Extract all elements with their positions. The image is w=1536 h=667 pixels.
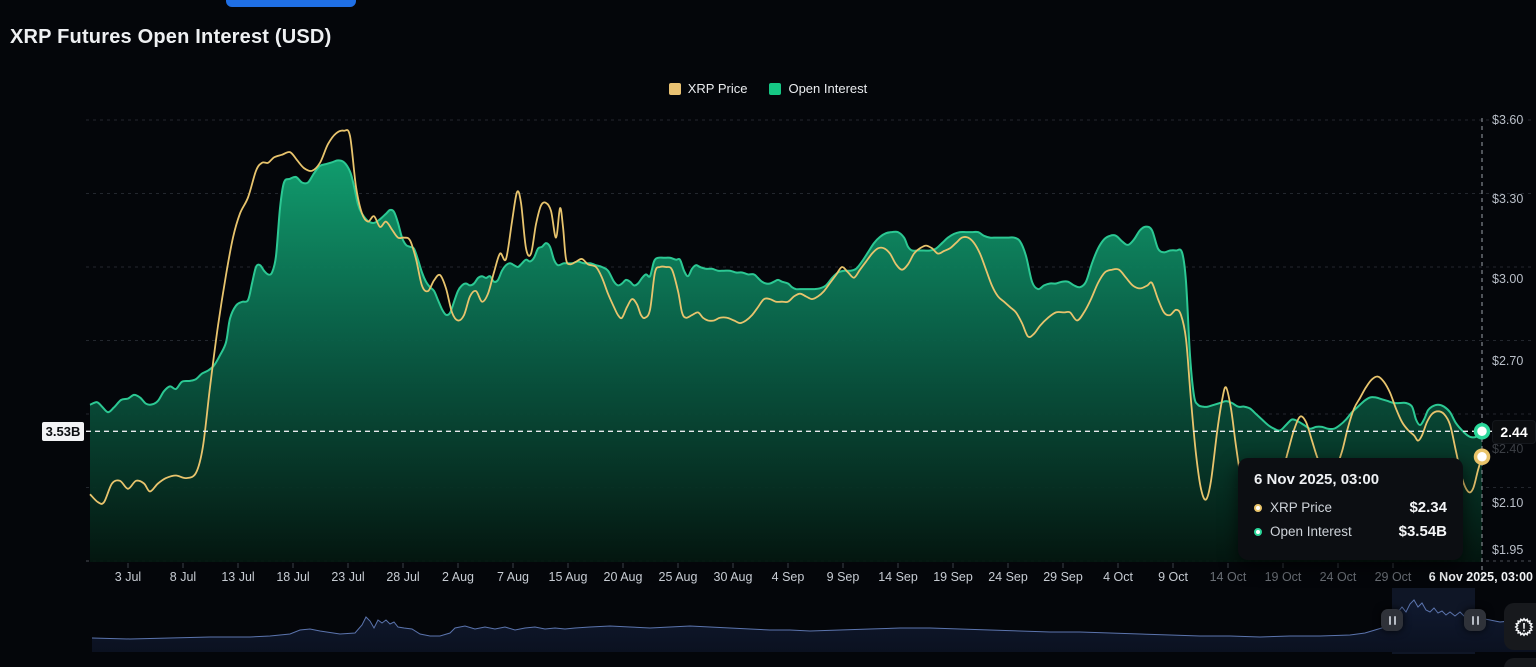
x-axis-tick: 4 Oct (1103, 570, 1133, 584)
x-axis-tick: 29 Sep (1043, 570, 1083, 584)
x-axis-tick: 4 Sep (772, 570, 805, 584)
right-axis-tick: $2.70 (1492, 354, 1523, 368)
x-axis-tick: 15 Aug (549, 570, 588, 584)
right-axis-tick: $2.10 (1492, 496, 1523, 510)
right-axis-tick: $3.00 (1492, 272, 1523, 286)
x-axis-labels: 3 Jul 8 Jul 13 Jul 18 Jul 23 Jul 28 Jul 2 Aug 7… (0, 570, 1536, 588)
tooltip-label: Open Interest (1270, 524, 1352, 539)
left-axis-current-badge: 3.53B (42, 422, 84, 441)
navigator-right-handle[interactable] (1464, 609, 1486, 631)
tooltip-row-xrp-price: XRP Price $2.34 (1254, 499, 1447, 516)
tooltip-value: $3.54B (1399, 523, 1447, 540)
secondary-floating-button[interactable] (1504, 658, 1536, 667)
right-axis-tick: $3.60 (1492, 113, 1523, 127)
xrp-price-dot-icon (1254, 504, 1262, 512)
x-axis-tick: 9 Oct (1158, 570, 1188, 584)
x-axis-tick: 8 Jul (170, 570, 196, 584)
x-axis-tick: 19 Oct (1265, 570, 1302, 584)
navigator-area (92, 600, 1536, 652)
x-axis-tick: 30 Aug (714, 570, 753, 584)
right-axis-current-badge: 2.44 (1493, 421, 1535, 443)
right-axis-tick: $1.95 (1492, 543, 1523, 557)
x-axis-tick: 20 Aug (604, 570, 643, 584)
x-axis-tick: 2 Aug (442, 570, 474, 584)
x-axis-tick: 7 Aug (497, 570, 529, 584)
xrp-price-end-marker (1476, 450, 1489, 463)
crosshair-date-label: 6 Nov 2025, 03:00 (1429, 570, 1533, 584)
chart-tooltip: 6 Nov 2025, 03:00 XRP Price $2.34 Open I… (1238, 458, 1463, 560)
x-axis-tick: 14 Sep (878, 570, 918, 584)
tooltip-row-open-interest: Open Interest $3.54B (1254, 523, 1447, 540)
x-axis-tick: 18 Jul (276, 570, 309, 584)
tooltip-date: 6 Nov 2025, 03:00 (1254, 471, 1447, 488)
x-axis-tick: 24 Sep (988, 570, 1028, 584)
alert-badge-button[interactable]: ! (1504, 603, 1536, 650)
alert-seal-icon: ! (1511, 614, 1536, 640)
x-axis-tick: 9 Sep (827, 570, 860, 584)
x-axis-tick: 3 Jul (115, 570, 141, 584)
x-axis-tick: 25 Aug (659, 570, 698, 584)
right-axis-tick: $2.40 (1492, 442, 1523, 456)
tooltip-value: $2.34 (1409, 499, 1447, 516)
x-axis-tick: 13 Jul (221, 570, 254, 584)
x-axis-tick: 29 Oct (1375, 570, 1412, 584)
svg-text:!: ! (1522, 620, 1526, 634)
main-chart-canvas[interactable] (0, 0, 1536, 667)
open-interest-dot-icon (1254, 528, 1262, 536)
open-interest-end-marker (1476, 425, 1489, 438)
navigator-left-handle[interactable] (1381, 609, 1403, 631)
x-axis-tick: 14 Oct (1210, 570, 1247, 584)
tooltip-label: XRP Price (1270, 500, 1332, 515)
x-axis-tick: 28 Jul (386, 570, 419, 584)
x-axis-tick: 23 Jul (331, 570, 364, 584)
x-axis-tick: 24 Oct (1320, 570, 1357, 584)
chart-panel: XRP Futures Open Interest (USD) XRP Pric… (0, 0, 1536, 667)
navigator-strip[interactable] (92, 588, 1536, 654)
x-axis-tick: 19 Sep (933, 570, 973, 584)
right-axis-tick: $3.30 (1492, 192, 1523, 206)
